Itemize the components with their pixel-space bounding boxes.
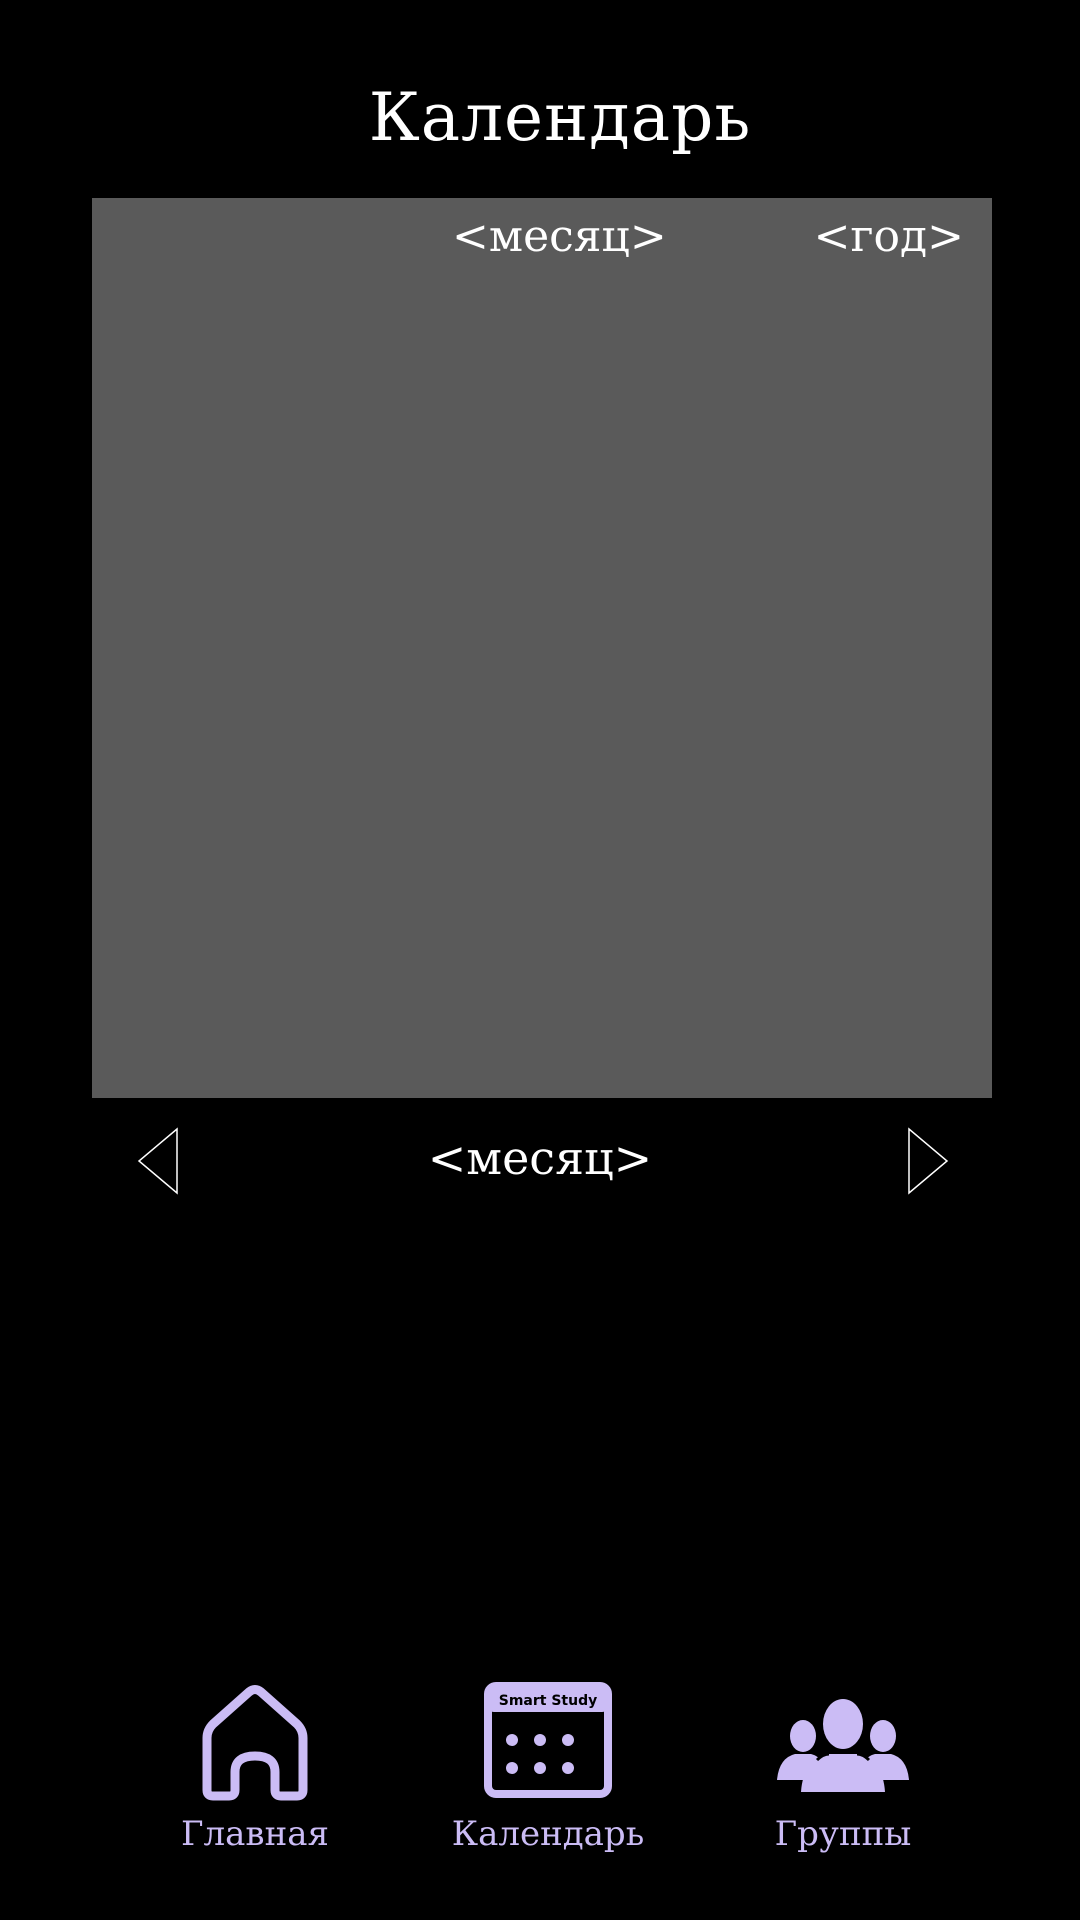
calendar-panel[interactable]: <месяц> <год> (92, 198, 992, 1098)
nav-item-home-label: Главная (181, 1814, 329, 1854)
triangle-right-outline-icon (908, 1127, 949, 1195)
page-title: Календарь (368, 79, 752, 156)
nav-item-groups-label: Группы (774, 1814, 912, 1854)
calendar-icon-caption: Smart Study (499, 1693, 597, 1709)
users-icon (777, 1699, 909, 1792)
nav-item-calendar[interactable]: Smart Study Календарь (438, 1680, 658, 1870)
home-icon (202, 1685, 308, 1801)
calendar-month-label[interactable]: <месяц> (452, 212, 667, 262)
calendar-year-label[interactable]: <год> (814, 212, 964, 262)
month-navigation: <месяц> (0, 1120, 1080, 1200)
nav-item-calendar-label: Календарь (451, 1814, 645, 1854)
nav-item-groups[interactable]: Группы (733, 1680, 953, 1870)
next-month-button[interactable] (906, 1126, 950, 1196)
nav-item-home[interactable]: Главная (145, 1680, 365, 1870)
calendar-icon: Smart Study (484, 1682, 612, 1798)
bottom-navigation: Главная Smart Study Календарь Группы (0, 1680, 1080, 1880)
